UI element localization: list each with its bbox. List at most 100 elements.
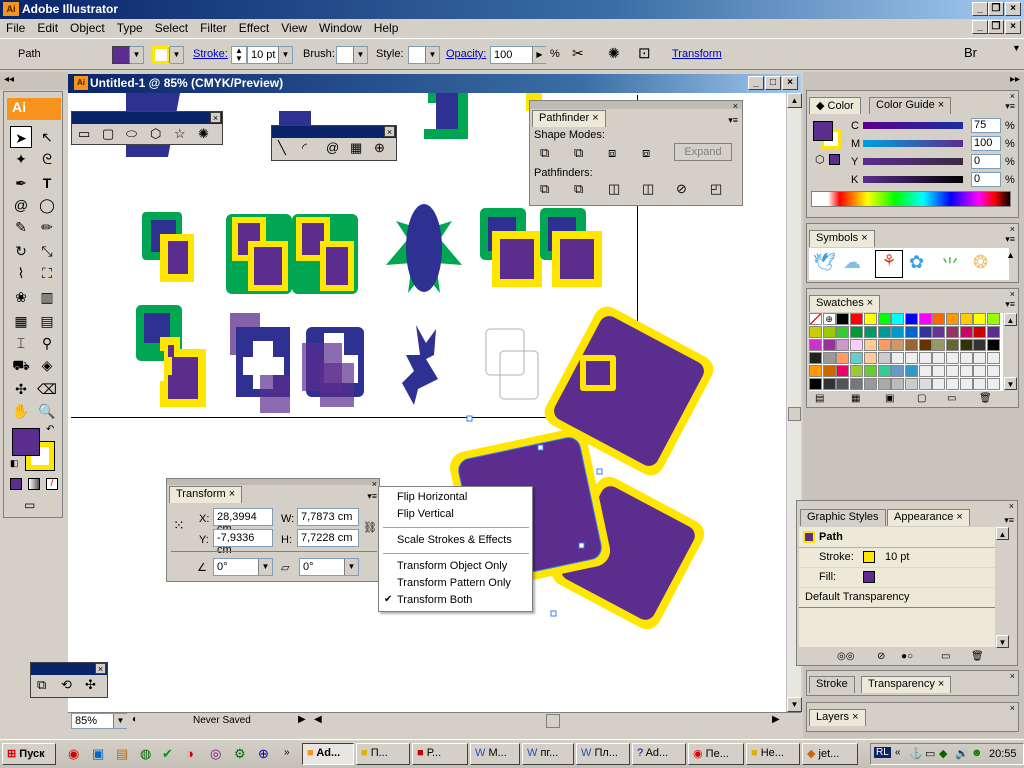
swatch[interactable] (836, 326, 850, 338)
menu-help[interactable]: Help (368, 19, 405, 35)
swatch[interactable] (932, 352, 946, 364)
swatch[interactable] (959, 352, 973, 364)
cyan-slider[interactable] (863, 122, 963, 129)
art-group-5[interactable] (136, 305, 206, 407)
menu-transform-pattern-only[interactable]: Transform Pattern Only (397, 577, 511, 589)
dock-collapse-icon[interactable]: ▸▸ (1010, 74, 1020, 85)
doc-win-minimize-button[interactable]: _ (748, 76, 764, 90)
art-outline-squares[interactable] (485, 328, 539, 400)
tray-icon-2[interactable]: ▭ (925, 747, 935, 760)
swatch[interactable] (932, 339, 946, 351)
menu-window[interactable]: Window (313, 19, 368, 35)
expand-trace-icon[interactable]: ✣ (85, 677, 96, 693)
live-paint-selection-tool-icon[interactable]: ◈ (36, 354, 58, 376)
swatch[interactable] (987, 352, 1001, 364)
menu-flip-vertical[interactable]: Flip Vertical (397, 508, 454, 520)
swatch-options-icon[interactable]: ▣ (885, 393, 894, 404)
swatch[interactable] (877, 326, 891, 338)
swatch[interactable] (918, 365, 932, 377)
opacity-dropdown[interactable]: ▶ (532, 47, 546, 63)
swatch[interactable] (904, 378, 918, 390)
recolor-icon[interactable]: ✺ (608, 45, 620, 62)
symbol-bird-icon[interactable]: 🕊 (813, 252, 836, 273)
appearance-stroke-swatch[interactable] (863, 551, 875, 563)
divide-icon[interactable]: ⧉ (540, 181, 549, 197)
polar-grid-tool-icon[interactable]: ⊕ (374, 140, 385, 156)
swatches-tab-close-icon[interactable]: × (867, 297, 873, 309)
swatch[interactable] (987, 378, 1001, 390)
taskbar-item-folder-2[interactable]: ■ Не... (746, 743, 800, 765)
swatch[interactable] (891, 326, 905, 338)
swatch[interactable] (809, 313, 822, 325)
status-menu-icon[interactable]: ▶ (298, 714, 306, 725)
swatch[interactable] (877, 352, 891, 364)
doc-restore-button[interactable]: ❐ (988, 20, 1004, 34)
taskbar-item-pdf[interactable]: ■ Р... (412, 743, 468, 765)
symbols-tab[interactable]: Symbols × (809, 230, 875, 247)
language-indicator[interactable]: RL (874, 747, 891, 758)
rounded-rect-tool-icon[interactable]: ▢ (102, 126, 114, 142)
swatch[interactable] (877, 339, 891, 351)
slice-tool-icon[interactable]: ✣ (10, 378, 32, 400)
swatch[interactable] (877, 365, 891, 377)
menu-scale-strokes[interactable]: Scale Strokes & Effects (397, 534, 512, 546)
swatch[interactable] (850, 313, 864, 325)
app-quicklaunch-icon-2[interactable]: ◍ (140, 746, 151, 762)
free-transform-tool-icon[interactable]: ⛶ (36, 262, 58, 284)
minus-front-icon[interactable]: ⧉ (574, 145, 583, 161)
transform-menu-icon[interactable]: ▾≡ (367, 491, 377, 502)
swatch[interactable] (904, 365, 918, 377)
pathfinder-tab-close-icon[interactable]: × (592, 112, 598, 124)
graphic-styles-tab[interactable]: Graphic Styles (800, 509, 886, 526)
swatch[interactable] (946, 326, 959, 338)
art-group-3[interactable] (292, 214, 358, 294)
menu-select[interactable]: Select (149, 19, 194, 35)
swatch[interactable] (973, 313, 987, 325)
transparency-tab-close-icon[interactable]: × (938, 678, 944, 690)
style-dropdown[interactable]: ▼ (408, 46, 440, 64)
swatch[interactable] (822, 378, 836, 390)
swatch[interactable] (918, 339, 932, 351)
magic-wand-tool-icon[interactable]: ✦ (10, 148, 32, 170)
appearance-close-icon[interactable]: × (1009, 501, 1014, 511)
swatch[interactable] (946, 365, 959, 377)
app-quicklaunch-icon-1[interactable]: ▤ (116, 746, 128, 762)
stroke-weight-dropdown[interactable]: ▼ (278, 47, 292, 63)
swatch[interactable] (987, 326, 1001, 338)
swatch[interactable] (891, 378, 905, 390)
out-of-gamut-icon[interactable]: ⬡ (815, 153, 825, 166)
pathfinder-menu-icon[interactable]: ▾≡ (728, 115, 738, 126)
taskbar-item-word-2[interactable]: W пг... (522, 743, 574, 765)
doc-close-button[interactable]: × (1005, 20, 1021, 34)
symbol-cloud-icon[interactable]: ☁ (843, 252, 861, 273)
swatch[interactable] (973, 326, 987, 338)
flare-tool-icon[interactable]: ✺ (198, 126, 209, 142)
art-group-6[interactable] (230, 313, 290, 413)
gradient-tool-icon[interactable]: ▤ (36, 310, 58, 332)
menu-transform-both[interactable]: Transform Both (397, 594, 472, 606)
menu-edit[interactable]: Edit (31, 19, 64, 35)
art-group-1[interactable] (142, 212, 194, 282)
vertical-scroll-thumb[interactable] (788, 407, 801, 421)
opacity-link[interactable]: Opacity: (446, 48, 486, 60)
swatch[interactable] (850, 339, 864, 351)
exclude-icon[interactable]: ⧈ (642, 145, 650, 161)
zoom-tool-icon[interactable]: 🔍 (36, 400, 58, 422)
crop-icon[interactable]: ◫ (642, 181, 654, 197)
swatch[interactable] (973, 378, 987, 390)
x-input[interactable]: 28,3994 cm (213, 508, 273, 535)
start-button[interactable]: ⊞ Пуск (2, 743, 56, 765)
stroke-stepper[interactable]: ▲ ▼ (231, 46, 247, 64)
eraser-tool-icon[interactable]: ⌫ (36, 378, 58, 400)
pathfinder-tab[interactable]: Pathfinder × (532, 110, 606, 127)
spiral-shape-tool-icon[interactable]: @ (326, 140, 339, 155)
type-tool-icon[interactable]: T (36, 172, 58, 194)
symbols-tab-close-icon[interactable]: × (861, 232, 867, 244)
color-tab[interactable]: ◆ Color (809, 97, 861, 114)
duplicate-item-icon[interactable]: ▭ (941, 651, 950, 662)
menu-flip-horizontal[interactable]: Flip Horizontal (397, 491, 467, 503)
hand-tool-icon[interactable]: ✋ (10, 400, 32, 422)
swatch[interactable] (836, 339, 850, 351)
swatch[interactable] (822, 326, 836, 338)
taskbar-item-word-3[interactable]: W Пл... (576, 743, 630, 765)
